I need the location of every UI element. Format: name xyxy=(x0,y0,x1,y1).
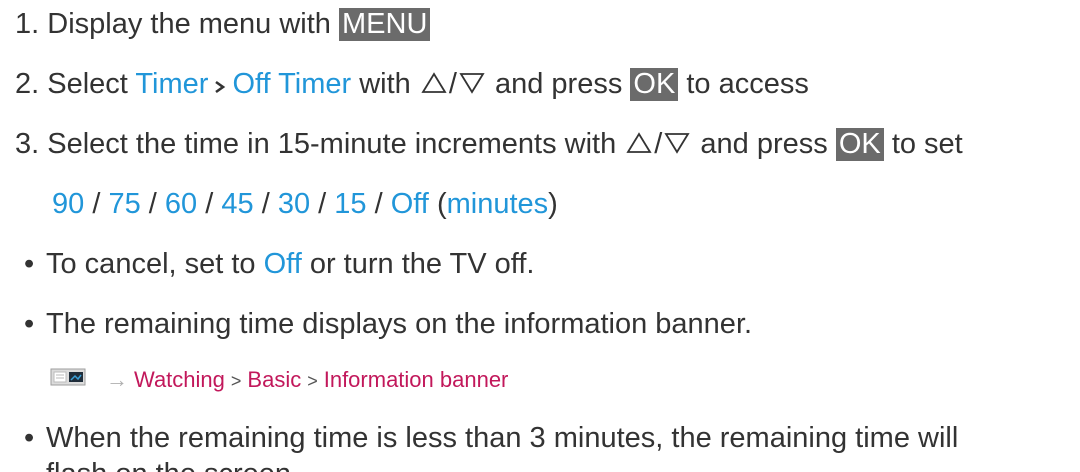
slash: / xyxy=(374,188,383,220)
arrow-right-icon: → xyxy=(106,367,128,392)
option-90[interactable]: 90 xyxy=(52,188,84,220)
reference-path-item[interactable]: Information banner xyxy=(324,367,509,392)
note-text: When the remaining time is less than 3 m… xyxy=(46,422,959,454)
note-2: • The remaining time displays on the info… xyxy=(24,306,752,342)
slash: / xyxy=(318,188,327,220)
emanual-reference-icon xyxy=(50,365,102,397)
slash: / xyxy=(205,188,214,220)
option-unit: minutes xyxy=(446,188,549,220)
slash: / xyxy=(448,68,457,100)
note-text: To cancel, set to xyxy=(46,248,256,280)
bullet: • xyxy=(24,248,35,280)
step-2: 2. Select Timer Off Timer with / and pres… xyxy=(15,66,809,103)
chevron-right-icon xyxy=(214,67,226,103)
bullet: • xyxy=(24,308,35,340)
step-text: Select xyxy=(47,68,128,100)
note-3-continued: flash on the screen. xyxy=(46,456,299,472)
note-text: flash on the screen. xyxy=(46,458,299,472)
option-30[interactable]: 30 xyxy=(278,188,310,220)
reference-path-item[interactable]: Basic xyxy=(247,367,301,392)
slash: / xyxy=(92,188,101,220)
menu-key-label: MENU xyxy=(339,8,431,41)
open-paren: ( xyxy=(436,188,447,220)
step-number: 3. xyxy=(15,128,40,160)
menu-item-timer[interactable]: Timer xyxy=(135,68,208,100)
down-triangle-icon xyxy=(664,127,690,163)
step-number: 2. xyxy=(15,68,40,100)
step-text: and press xyxy=(494,68,623,100)
option-15[interactable]: 15 xyxy=(334,188,366,220)
option-60[interactable]: 60 xyxy=(165,188,197,220)
option-off-link[interactable]: Off xyxy=(264,248,302,280)
up-triangle-icon xyxy=(421,67,447,103)
bullet: • xyxy=(24,422,35,454)
option-off[interactable]: Off xyxy=(391,188,429,220)
reference-path-item[interactable]: Watching xyxy=(134,367,225,392)
chevron-right-icon: > xyxy=(307,371,318,391)
down-triangle-icon xyxy=(459,67,485,103)
menu-item-off-timer[interactable]: Off Timer xyxy=(232,68,351,100)
ok-key-label: OK xyxy=(630,68,679,101)
ok-key-label: OK xyxy=(835,128,884,161)
option-45[interactable]: 45 xyxy=(221,188,253,220)
step-text: Select the time in 15-minute increments … xyxy=(47,128,617,160)
up-triangle-icon xyxy=(626,127,652,163)
slash: / xyxy=(148,188,157,220)
slash: / xyxy=(654,128,663,160)
option-75[interactable]: 75 xyxy=(108,188,140,220)
step-text: and press xyxy=(700,128,828,160)
reference-link[interactable]: → Watching > Basic > Information banner xyxy=(50,364,508,397)
step-number: 1. xyxy=(15,8,40,40)
step-3: 3. Select the time in 15-minute incremen… xyxy=(15,126,963,163)
chevron-right-icon: > xyxy=(230,371,242,391)
note-text: The remaining time displays on the infor… xyxy=(46,308,753,340)
step-text: to set xyxy=(891,128,963,160)
step-1: 1. Display the menu with MENU xyxy=(15,6,431,42)
note-3: • When the remaining time is less than 3 … xyxy=(24,420,958,456)
step-text: to access xyxy=(686,68,809,100)
step-text: Display the menu with xyxy=(47,8,331,40)
note-1: • To cancel, set to Off or turn the TV of… xyxy=(24,246,534,282)
options-line: 90 / 75 / 60 / 45 / 30 / 15 / Off (minut… xyxy=(52,186,558,222)
close-paren: ) xyxy=(548,188,558,220)
step-text: with xyxy=(359,68,411,100)
slash: / xyxy=(261,188,270,220)
note-text: or turn the TV off. xyxy=(309,248,535,280)
